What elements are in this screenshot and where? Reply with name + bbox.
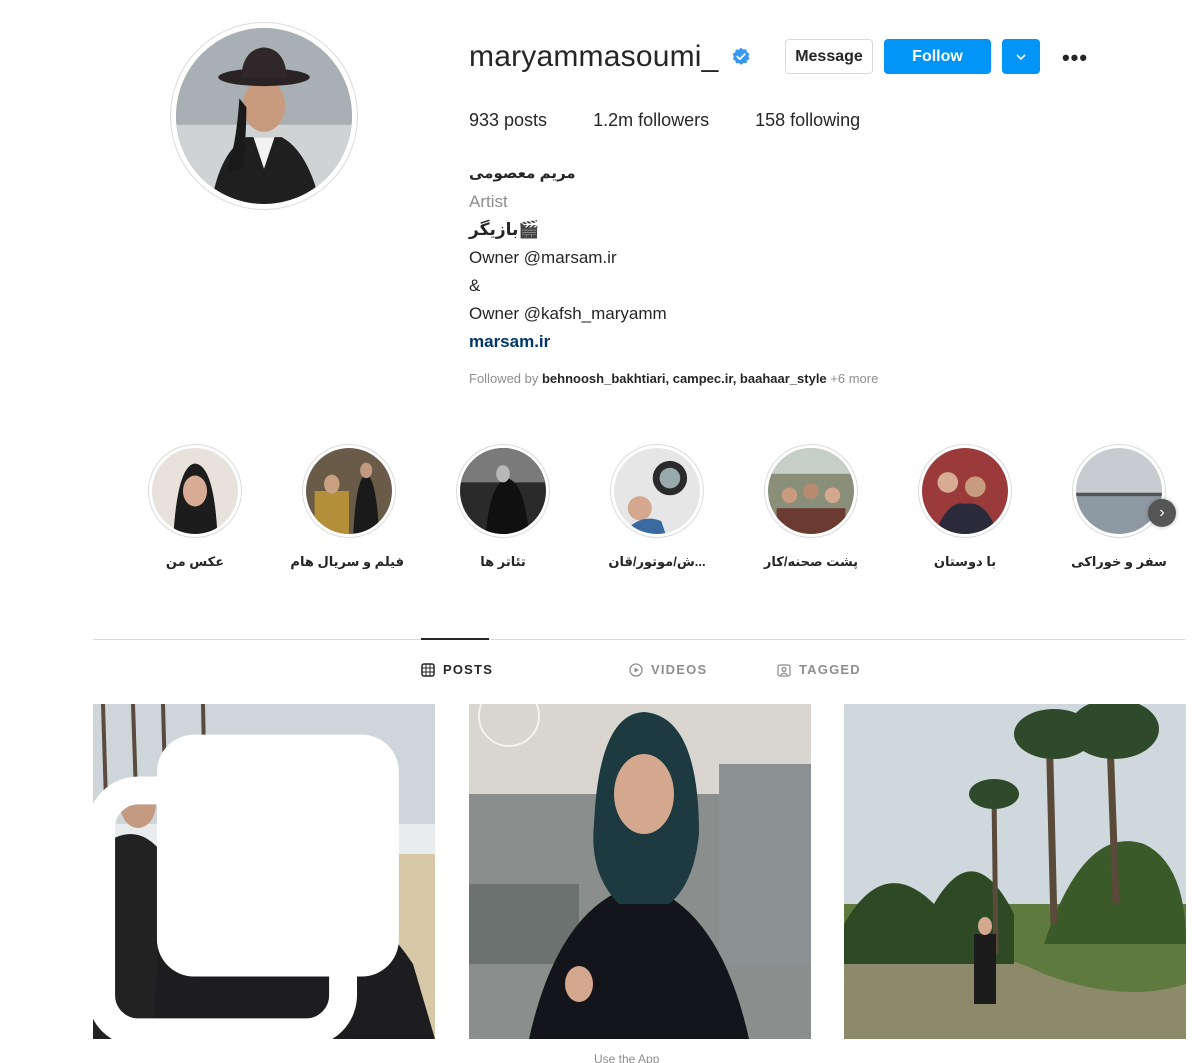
chevron-right-icon: › <box>1159 504 1165 521</box>
grid-icon <box>421 662 435 677</box>
highlight-label: فیلم و سریال هام <box>290 554 404 569</box>
tabs-divider <box>93 639 1186 640</box>
tab-posts[interactable]: POSTS <box>421 662 493 677</box>
follow-button[interactable]: Follow <box>884 39 991 74</box>
highlight-item[interactable]: ...ش/موتور/قان <box>602 444 712 570</box>
post-thumbnail[interactable] <box>469 704 811 1039</box>
highlight-label: پشت صحنه/کار <box>763 554 859 569</box>
more-options-button[interactable]: ••• <box>1058 40 1092 75</box>
post-thumbnail[interactable] <box>844 704 1186 1039</box>
highlight-label: عکس من <box>165 554 225 569</box>
bio-line-actor: 🎬بازیگر <box>469 220 540 239</box>
followers-count[interactable]: 1.2m followers <box>593 110 709 131</box>
profile-website-link[interactable]: marsam.ir <box>469 328 969 356</box>
profile-category: Artist <box>469 192 508 211</box>
tab-tagged[interactable]: TAGGED <box>777 662 861 677</box>
highlight-item[interactable]: فیلم و سریال هام <box>290 444 404 570</box>
highlight-label: تئاتر ها <box>480 554 526 569</box>
tab-videos-label: VIDEOS <box>651 662 708 677</box>
followed-by-prefix: Followed by <box>469 371 542 386</box>
post-image <box>844 704 1186 1039</box>
followed-by-more[interactable]: +6 more <box>827 371 878 386</box>
active-tab-indicator <box>421 638 489 640</box>
profile-full-name: مریم معصومی <box>469 165 576 182</box>
highlight-label: ...ش/موتور/قان <box>608 554 706 569</box>
followed-by[interactable]: Followed by behnoosh_bakhtiari, campec.i… <box>469 371 878 386</box>
posts-count: 933 posts <box>469 110 548 130</box>
highlight-cover <box>614 448 700 534</box>
highlight-cover <box>922 448 1008 534</box>
post-thumbnail[interactable] <box>93 704 435 1039</box>
highlight-cover <box>152 448 238 534</box>
highlight-item[interactable]: پشت صحنه/کار <box>756 444 866 570</box>
bio-line-ampersand: & <box>469 276 481 295</box>
use-app-link[interactable]: Use the App <box>594 1052 659 1063</box>
highlight-cover <box>1076 448 1162 534</box>
suggested-dropdown-button[interactable] <box>1002 39 1040 74</box>
following-count[interactable]: 158 following <box>755 110 860 131</box>
highlight-label: سفر و خوراکی <box>1071 554 1167 569</box>
profile-bio: مریم معصومی Artist 🎬بازیگر Owner @marsam… <box>469 160 969 356</box>
profile-avatar-ring[interactable] <box>170 22 358 210</box>
play-icon <box>629 662 643 677</box>
profile-stats: 933 posts 1.2m followers 158 following <box>469 110 906 131</box>
post-image <box>469 704 811 1039</box>
tab-videos[interactable]: VIDEOS <box>629 662 707 677</box>
highlight-label: با دوستان <box>933 554 997 569</box>
highlight-item[interactable]: تئاتر ها <box>448 444 558 570</box>
tag-user-icon <box>777 663 791 677</box>
highlights-next-button[interactable]: › <box>1148 499 1176 527</box>
profile-username: maryammasoumi_ <box>469 40 719 73</box>
tab-posts-label: POSTS <box>443 662 494 677</box>
verified-badge-icon <box>732 47 750 65</box>
tab-tagged-label: TAGGED <box>799 662 861 677</box>
highlight-cover <box>460 448 546 534</box>
story-highlights: عکس من فیلم و سریال هام تئاتر ها ...ش/مو… <box>140 444 1200 584</box>
highlight-cover <box>306 448 392 534</box>
bio-line-owner-kafsh: Owner @kafsh_maryamm <box>469 304 667 323</box>
highlight-cover <box>768 448 854 534</box>
message-button[interactable]: Message <box>785 39 873 74</box>
multi-image-icon <box>93 734 399 1039</box>
bio-line-owner-marsam: Owner @marsam.ir <box>469 248 617 267</box>
profile-avatar <box>176 28 352 204</box>
chevron-down-icon <box>1016 53 1026 60</box>
followed-by-names[interactable]: behnoosh_bakhtiari, campec.ir, baahaar_s… <box>542 371 827 386</box>
highlight-item[interactable]: با دوستان <box>910 444 1020 570</box>
highlight-item[interactable]: عکس من <box>140 444 250 570</box>
